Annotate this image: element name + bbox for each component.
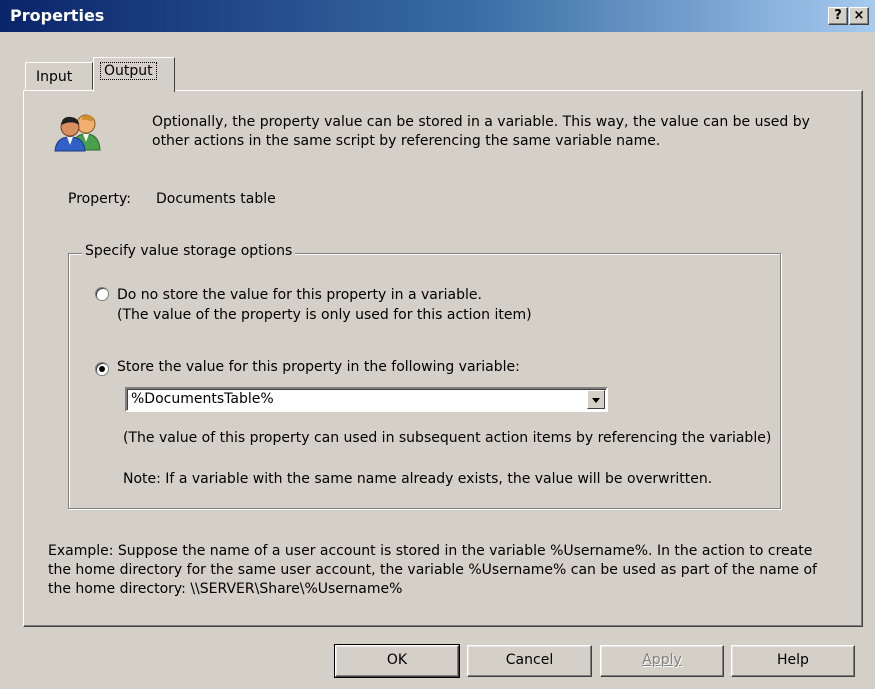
chevron-down-icon[interactable] bbox=[587, 390, 605, 409]
apply-button[interactable]: Apply bbox=[600, 645, 724, 677]
variable-combobox[interactable]: %DocumentsTable% bbox=[125, 387, 608, 412]
no-store-option-text[interactable]: Do no store the value for this property … bbox=[117, 285, 532, 325]
close-title-button[interactable]: × bbox=[849, 7, 869, 25]
variable-value: %DocumentsTable% bbox=[131, 391, 274, 407]
no-store-radio[interactable] bbox=[95, 287, 109, 301]
no-store-hint: (The value of the property is only used … bbox=[117, 307, 532, 323]
tab-input[interactable]: Input bbox=[25, 62, 93, 90]
ok-button[interactable]: OK bbox=[334, 644, 460, 678]
store-label[interactable]: Store the value for this property in the… bbox=[117, 359, 520, 375]
usage-note: (The value of this property can used in … bbox=[123, 430, 772, 446]
no-store-label: Do no store the value for this property … bbox=[117, 287, 482, 303]
property-label: Property: bbox=[68, 191, 131, 207]
help-title-button[interactable]: ? bbox=[828, 7, 848, 25]
users-icon bbox=[54, 114, 101, 152]
overwrite-note: Note: If a variable with the same name a… bbox=[123, 471, 713, 487]
store-radio[interactable] bbox=[95, 362, 109, 376]
tab-output-label: Output bbox=[100, 62, 157, 80]
property-value: Documents table bbox=[156, 191, 276, 207]
tab-output[interactable]: Output bbox=[93, 57, 175, 92]
cancel-button[interactable]: Cancel bbox=[467, 645, 592, 677]
example-text: Example: Suppose the name of a user acco… bbox=[48, 543, 817, 597]
title-bar: Properties ? × bbox=[0, 0, 875, 32]
window-title: Properties bbox=[10, 6, 105, 25]
help-button[interactable]: Help bbox=[731, 645, 855, 677]
output-description: Optionally, the property value can be st… bbox=[152, 114, 810, 149]
tab-input-label: Input bbox=[36, 69, 73, 85]
storage-options-title: Specify value storage options bbox=[82, 243, 296, 259]
